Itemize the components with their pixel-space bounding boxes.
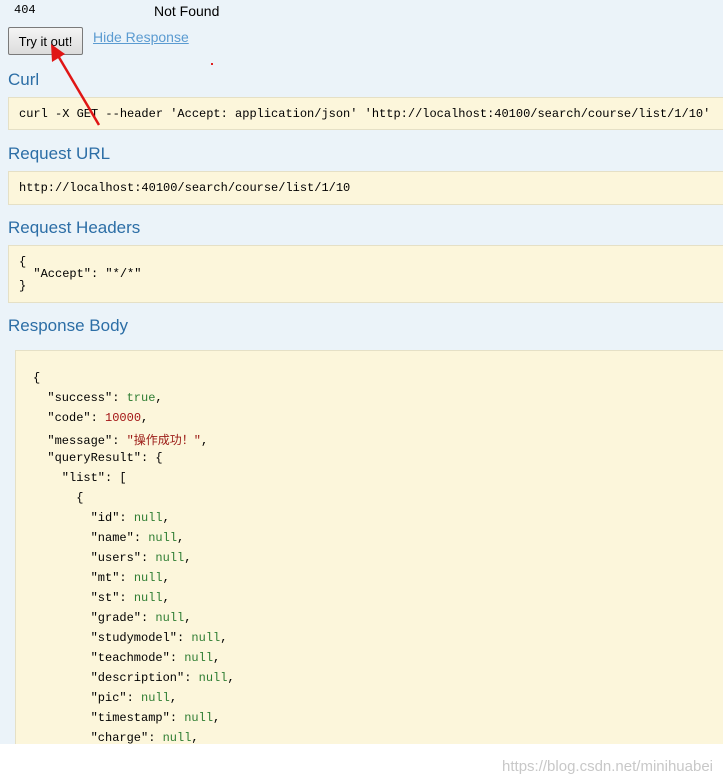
json-line: "grade": null, bbox=[90, 611, 192, 625]
json-key: "timestamp" bbox=[90, 711, 170, 725]
json-value: null bbox=[133, 511, 163, 525]
json-line: "st": null, bbox=[90, 591, 170, 605]
footer-bar: https://blog.csdn.net/minihuabei bbox=[0, 744, 723, 784]
json-key: "users" bbox=[90, 551, 142, 565]
json-line: { bbox=[76, 491, 83, 505]
stray-mark bbox=[211, 63, 213, 65]
json-key: "id" bbox=[90, 511, 120, 525]
json-value: "操作成功！" bbox=[126, 434, 202, 448]
json-key: "message" bbox=[47, 434, 113, 448]
json-key: "success" bbox=[47, 391, 113, 405]
json-line: "users": null, bbox=[90, 551, 192, 565]
json-line: "charge": null, bbox=[90, 731, 199, 744]
response-status-text: Not Found bbox=[154, 3, 220, 19]
json-line: "name": null, bbox=[90, 531, 185, 545]
json-line: "code": 10000, bbox=[47, 411, 149, 425]
json-key: "st" bbox=[90, 591, 120, 605]
json-value: null bbox=[162, 731, 192, 744]
json-value: null bbox=[184, 651, 214, 665]
json-line: "list": [ bbox=[61, 471, 127, 485]
request-url-title: Request URL bbox=[8, 144, 111, 163]
json-key: "pic" bbox=[90, 691, 127, 705]
json-value: null bbox=[198, 671, 228, 685]
json-value: null bbox=[148, 531, 178, 545]
json-value: null bbox=[133, 571, 163, 585]
json-value: null bbox=[155, 611, 185, 625]
json-value: 10000 bbox=[105, 411, 142, 425]
curl-command: curl -X GET --header 'Accept: applicatio… bbox=[19, 107, 711, 121]
json-value: null bbox=[141, 691, 170, 705]
watermark: https://blog.csdn.net/minihuabei bbox=[502, 758, 713, 775]
json-value: [ bbox=[119, 471, 127, 485]
curl-box: curl -X GET --header 'Accept: applicatio… bbox=[8, 97, 723, 130]
json-line: "queryResult": { bbox=[47, 451, 163, 465]
json-key: "mt" bbox=[90, 571, 120, 585]
json-key: "teachmode" bbox=[90, 651, 170, 665]
response-code: 404 bbox=[14, 3, 36, 17]
json-value: null bbox=[133, 591, 163, 605]
response-body-title: Response Body bbox=[8, 316, 129, 335]
request-headers-title: Request Headers bbox=[8, 218, 141, 237]
json-line: "pic": null, bbox=[90, 691, 178, 705]
json-value: { bbox=[33, 371, 41, 385]
header-line: "Accept": "*/*" bbox=[19, 267, 142, 281]
json-line: "message": "操作成功！", bbox=[47, 434, 209, 448]
json-line: { bbox=[33, 371, 40, 385]
json-value: true bbox=[126, 391, 156, 405]
json-value: null bbox=[155, 551, 185, 565]
request-headers-box: { "Accept": "*/*" } bbox=[8, 245, 723, 303]
json-key: "name" bbox=[90, 531, 134, 545]
json-value: null bbox=[184, 711, 214, 725]
response-body-box: { "success": true, "code": 10000, "message"… bbox=[15, 350, 723, 744]
json-line: "mt": null, bbox=[90, 571, 170, 585]
json-value: { bbox=[155, 451, 163, 465]
request-url-box: http://localhost:40100/search/course/lis… bbox=[8, 171, 723, 205]
json-value: null bbox=[191, 631, 221, 645]
json-key: "code" bbox=[47, 411, 91, 425]
json-key: "grade" bbox=[90, 611, 142, 625]
request-url-value: http://localhost:40100/search/course/lis… bbox=[19, 181, 351, 195]
json-line: "description": null, bbox=[90, 671, 235, 685]
json-value: { bbox=[76, 491, 84, 505]
json-line: "success": true, bbox=[47, 391, 163, 405]
hide-response-link[interactable]: Hide Response bbox=[93, 29, 189, 45]
json-key: "queryResult" bbox=[47, 451, 142, 465]
curl-title: Curl bbox=[8, 70, 40, 89]
json-line: "timestamp": null, bbox=[90, 711, 221, 725]
json-key: "charge" bbox=[90, 731, 149, 744]
header-line: } bbox=[19, 279, 27, 293]
json-line: "studymodel": null, bbox=[90, 631, 228, 645]
json-line: "id": null, bbox=[90, 511, 170, 525]
json-key: "list" bbox=[61, 471, 106, 485]
try-it-out-button[interactable]: Try it out! bbox=[8, 27, 83, 55]
json-key: "studymodel" bbox=[90, 631, 178, 645]
json-line: "teachmode": null, bbox=[90, 651, 221, 665]
json-key: "description" bbox=[90, 671, 185, 685]
